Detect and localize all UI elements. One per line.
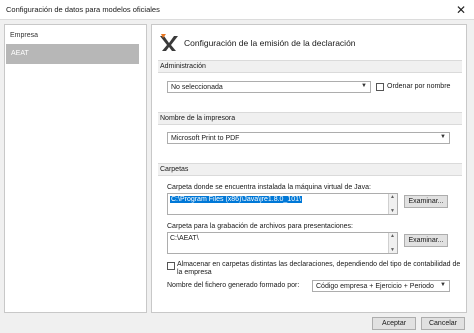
store-separate-folders-label-line2: la empresa bbox=[177, 269, 212, 276]
close-icon[interactable]: ✕ bbox=[452, 2, 470, 18]
accept-button[interactable]: Aceptar bbox=[372, 317, 416, 330]
java-path-scrollbar[interactable]: ▲ ▼ bbox=[388, 194, 397, 214]
chevron-down-icon: ▼ bbox=[361, 83, 367, 89]
chevron-down-icon: ▼ bbox=[440, 134, 446, 140]
order-by-name-label: Ordenar por nombre bbox=[387, 83, 451, 90]
store-separate-folders-label-line1: Almacenar en carpetas distintas las decl… bbox=[177, 261, 461, 268]
sidebar-item-aeat-label: AEAT bbox=[11, 50, 29, 57]
order-by-name-checkbox[interactable] bbox=[376, 83, 384, 91]
page-title: Configuración de la emisión de la declar… bbox=[184, 38, 356, 48]
cancel-button[interactable]: Cancelar bbox=[421, 317, 465, 330]
section-carpetas-title: Carpetas bbox=[160, 166, 189, 173]
filename-format-value: Código empresa + Ejercicio + Periodo bbox=[316, 282, 434, 290]
printer-combo-value: Microsoft Print to PDF bbox=[171, 134, 240, 142]
printer-combo[interactable]: Microsoft Print to PDF ▼ bbox=[167, 132, 450, 144]
scroll-up-icon[interactable]: ▲ bbox=[390, 233, 395, 239]
java-browse-button[interactable]: Examinar... bbox=[404, 195, 448, 208]
output-path-scrollbar[interactable]: ▲ ▼ bbox=[388, 233, 397, 253]
administracion-combo[interactable]: No seleccionada ▼ bbox=[167, 81, 371, 93]
scroll-down-icon[interactable]: ▼ bbox=[390, 208, 395, 214]
sidebar bbox=[4, 24, 147, 313]
scroll-down-icon[interactable]: ▼ bbox=[390, 247, 395, 253]
window-title: Configuración de datos para modelos ofic… bbox=[6, 5, 160, 14]
java-path-input[interactable]: C:\Program Files (x86)\Java\jre1.8.0_101… bbox=[167, 193, 398, 215]
java-path-value: C:\Program Files (x86)\Java\jre1.8.0_101… bbox=[170, 196, 302, 203]
java-folder-label: Carpeta donde se encuentra instalada la … bbox=[167, 184, 371, 191]
section-carpetas: Carpetas bbox=[158, 163, 462, 176]
store-separate-folders-checkbox[interactable] bbox=[167, 262, 175, 270]
aeat-logo-icon bbox=[159, 32, 179, 52]
section-impresora: Nombre de la impresora bbox=[158, 112, 462, 125]
scroll-up-icon[interactable]: ▲ bbox=[390, 194, 395, 200]
administracion-combo-value: No seleccionada bbox=[171, 83, 223, 91]
section-administracion: Administración bbox=[158, 60, 462, 73]
output-path-value: C:\AEAT\ bbox=[170, 235, 199, 242]
output-folder-label: Carpeta para la grabación de archivos pa… bbox=[167, 223, 354, 230]
chevron-down-icon: ▼ bbox=[440, 282, 446, 288]
section-administracion-title: Administración bbox=[160, 63, 206, 70]
filename-format-combo[interactable]: Código empresa + Ejercicio + Periodo ▼ bbox=[312, 280, 450, 292]
section-impresora-title: Nombre de la impresora bbox=[160, 115, 236, 122]
output-browse-button[interactable]: Examinar... bbox=[404, 234, 448, 247]
output-path-input[interactable]: C:\AEAT\ ▲ ▼ bbox=[167, 232, 398, 254]
sidebar-item-empresa[interactable]: Empresa bbox=[10, 32, 38, 39]
filename-label: Nombre del fichero generado formado por: bbox=[167, 282, 300, 289]
